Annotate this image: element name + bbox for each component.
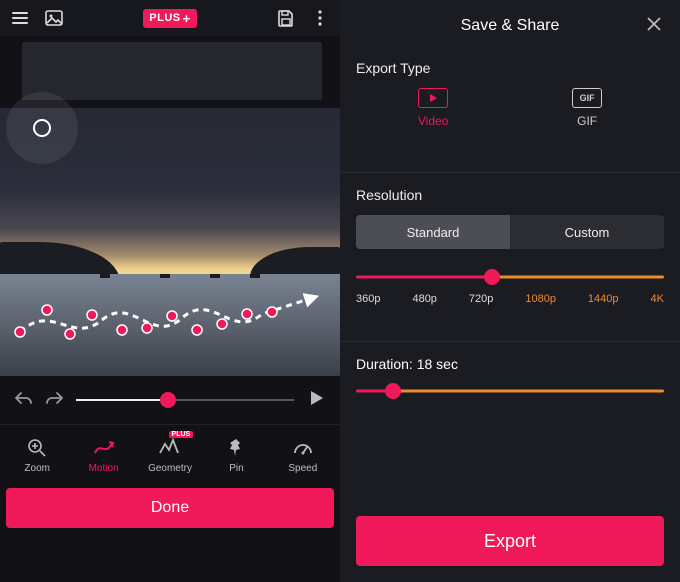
tool-speed[interactable]: Speed: [270, 431, 336, 480]
overflow-icon[interactable]: [310, 8, 330, 28]
resolution-slider[interactable]: [356, 267, 664, 287]
tool-label: Pin: [229, 463, 243, 474]
save-icon[interactable]: [276, 8, 296, 28]
tool-plus-badge: PLUS: [169, 431, 194, 438]
export-type-gif[interactable]: GIF GIF: [572, 88, 602, 128]
res-opt: 360p: [356, 293, 380, 305]
tool-label: Zoom: [24, 463, 50, 474]
divider: [340, 341, 680, 342]
plus-symbol: +: [183, 11, 191, 26]
editor-pane: PLUS +: [0, 0, 340, 582]
save-share-panel: Save & Share Export Type Video GIF GIF R…: [340, 0, 680, 582]
canvas-boat: [250, 274, 260, 278]
res-opt: 720p: [469, 293, 493, 305]
zoom-icon: [26, 437, 48, 459]
export-type-section: Export Type Video GIF GIF: [356, 60, 664, 136]
seg-custom[interactable]: Custom: [510, 215, 664, 249]
canvas-boat: [210, 274, 220, 278]
menu-icon[interactable]: [10, 8, 30, 28]
tool-label: Motion: [89, 463, 119, 474]
plus-badge[interactable]: PLUS +: [143, 9, 196, 28]
res-opt: 4K: [650, 293, 663, 305]
panel-header: Save & Share: [356, 10, 664, 42]
pin-icon: [226, 437, 246, 459]
play-icon[interactable]: [306, 388, 326, 413]
canvas-boat: [100, 274, 110, 278]
duration-section: Duration: 18 sec: [356, 356, 664, 400]
res-opt: 480p: [412, 293, 436, 305]
tool-geometry[interactable]: PLUS Geometry: [137, 431, 203, 480]
divider: [340, 172, 680, 173]
close-icon[interactable]: [644, 14, 664, 39]
bottom-toolbar: Zoom Motion PLUS Geometry Pin Speed: [0, 424, 340, 482]
duration-slider[interactable]: [356, 382, 664, 400]
playback-row: [0, 376, 340, 424]
geometry-icon: [158, 437, 182, 459]
resolution-segmented[interactable]: Standard Custom: [356, 215, 664, 249]
playback-slider[interactable]: [76, 390, 294, 410]
tool-motion[interactable]: Motion: [70, 431, 136, 480]
tool-label: Geometry: [148, 463, 192, 474]
resolution-title: Resolution: [356, 187, 664, 203]
res-opt: 1080p: [525, 293, 556, 305]
panel-title: Save & Share: [461, 17, 560, 35]
motion-path[interactable]: [12, 290, 328, 350]
done-label: Done: [151, 499, 189, 517]
tool-label: Speed: [288, 463, 317, 474]
redo-icon[interactable]: [44, 390, 64, 411]
speed-icon: [291, 437, 315, 459]
canvas-boat: [160, 274, 170, 278]
done-button[interactable]: Done: [6, 488, 334, 528]
filmstrip[interactable]: [22, 42, 322, 100]
export-type-title: Export Type: [356, 60, 664, 76]
duration-label: Duration: 18 sec: [356, 356, 664, 372]
brush-circle-tool[interactable]: [6, 92, 78, 164]
gif-icon: GIF: [572, 88, 602, 108]
export-type-video[interactable]: Video: [418, 88, 448, 128]
top-bar: PLUS +: [0, 0, 340, 36]
export-button-label: Export: [484, 531, 536, 552]
resolution-labels: 360p 480p 720p 1080p 1440p 4K: [356, 293, 664, 305]
motion-icon: [92, 437, 116, 459]
seg-standard[interactable]: Standard: [356, 215, 510, 249]
tool-pin[interactable]: Pin: [203, 431, 269, 480]
resolution-section: Resolution Standard Custom 360p 480p 720…: [356, 187, 664, 305]
tool-zoom[interactable]: Zoom: [4, 431, 70, 480]
image-icon[interactable]: [44, 8, 64, 28]
plus-badge-text: PLUS: [149, 12, 180, 24]
export-button[interactable]: Export: [356, 516, 664, 566]
res-opt: 1440p: [588, 293, 619, 305]
export-type-label: GIF: [577, 114, 597, 128]
export-type-label: Video: [418, 114, 448, 128]
video-icon: [418, 88, 448, 108]
undo-icon[interactable]: [14, 390, 34, 411]
